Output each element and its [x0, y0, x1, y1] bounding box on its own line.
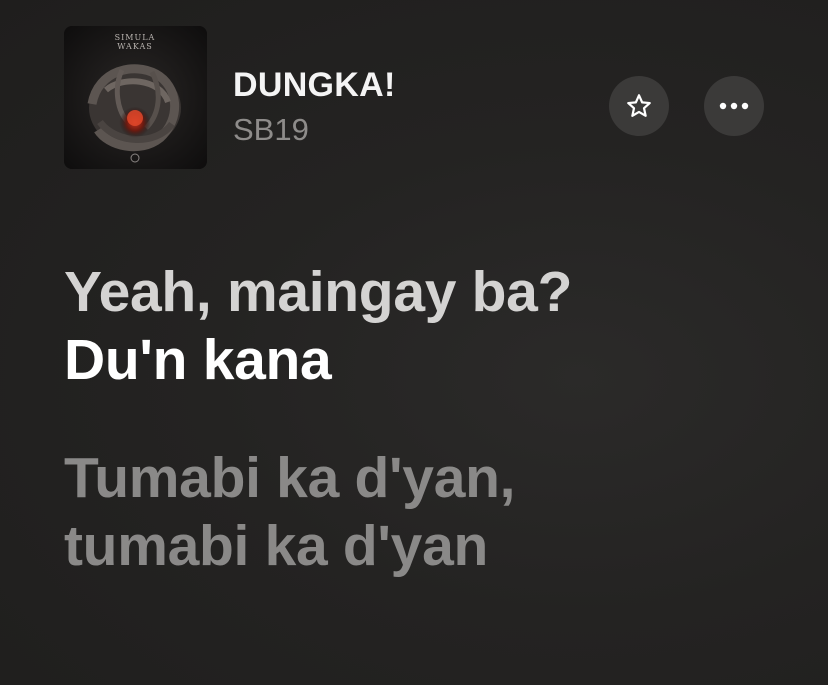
now-playing-header: SIMULA WAKAS DUNGKA! SB19: [0, 0, 828, 200]
lyric-line-active[interactable]: Du'n kana: [64, 326, 804, 394]
track-artist[interactable]: SB19: [233, 112, 309, 148]
album-art[interactable]: SIMULA WAKAS: [64, 26, 207, 169]
lyric-line-upcoming[interactable]: Tumabi ka d'yan,: [64, 444, 804, 512]
lyrics-panel[interactable]: Yeah, maingay ba? Du'n kana Tumabi ka d'…: [64, 258, 804, 580]
favorite-button[interactable]: [609, 76, 669, 136]
more-options-button[interactable]: [704, 76, 764, 136]
lyric-line-past[interactable]: Yeah, maingay ba?: [64, 258, 804, 326]
album-caption-wakas: WAKAS: [117, 42, 153, 51]
album-caption-simula: SIMULA: [115, 33, 156, 42]
star-icon: [627, 94, 651, 117]
ellipsis-icon: [719, 102, 749, 110]
lyric-line-upcoming[interactable]: tumabi ka d'yan: [64, 512, 804, 580]
track-title: DUNGKA!: [233, 66, 396, 104]
album-cover-image: SIMULA WAKAS: [64, 26, 207, 169]
